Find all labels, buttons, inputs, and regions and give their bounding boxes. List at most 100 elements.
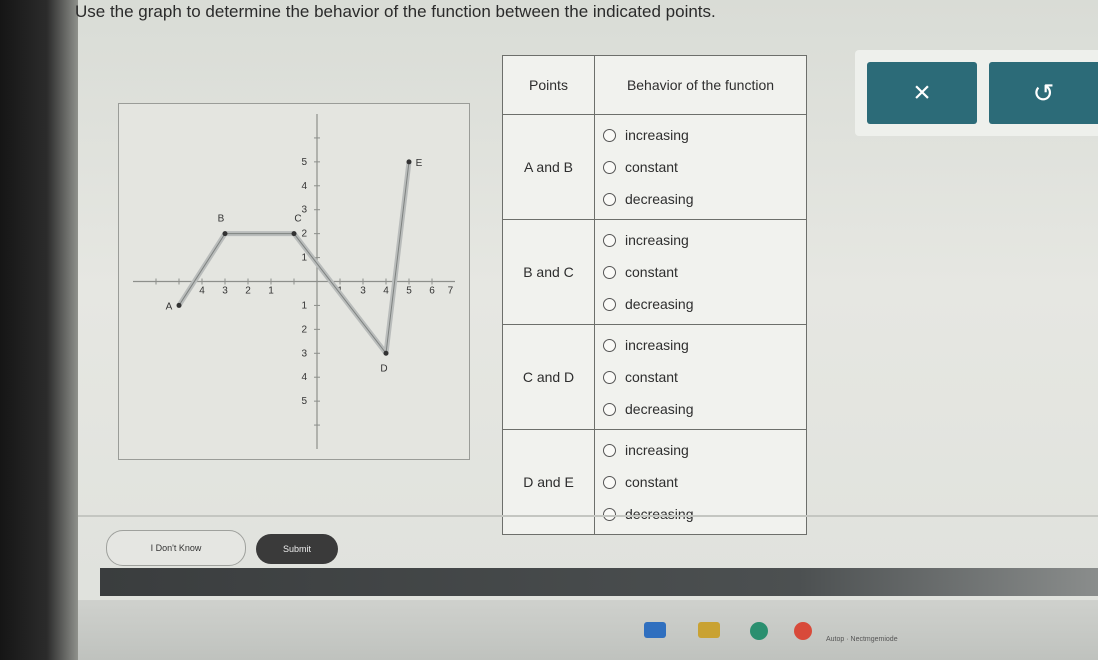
row-options: increasing constant decreasing [594,114,807,220]
radio-button[interactable] [603,443,616,457]
submit-button[interactable]: Submit [256,534,338,564]
x-tick-label: 3 [360,286,366,297]
x-tick-label: 3 [222,286,228,297]
page-scroll-band [100,568,1098,596]
radio-button[interactable] [603,475,616,489]
row-points-label: B and C [502,219,595,325]
radio-button[interactable] [603,402,616,416]
row-options: increasing constant decreasing [594,324,807,430]
table-header-row: Points Behavior of the function [502,55,807,115]
monitor-bezel [0,0,78,660]
table-row: D and E increasing constant decreasing [502,429,807,535]
x-tick-label: 4 [199,286,205,297]
radio-option-increasing[interactable]: increasing [603,329,798,361]
point-label: B [218,214,225,225]
radio-label: increasing [625,232,689,248]
radio-button[interactable] [603,128,616,142]
radio-button[interactable] [603,338,616,352]
point-label: C [294,214,301,225]
radio-button[interactable] [603,160,616,174]
table-row: C and D increasing constant decreasing [502,324,807,430]
point-e [406,159,412,165]
radio-label: increasing [625,127,689,143]
tool-panel: × ↺ [855,50,1098,136]
radio-option-decreasing[interactable]: decreasing [603,288,798,320]
x-tick-label: 4 [383,286,389,297]
row-points-label: A and B [502,114,595,220]
point-label: E [416,158,423,169]
table-row: B and C increasing constant decreasing [502,219,807,325]
close-icon: × [913,76,931,109]
point-label: A [166,301,173,312]
folder-icon[interactable] [698,622,720,638]
radio-option-decreasing[interactable]: decreasing [603,183,798,215]
radio-button[interactable] [603,192,616,206]
behavior-table: Points Behavior of the function A and Bi… [502,55,807,535]
reset-icon: ↺ [1032,77,1055,108]
point-label: D [380,363,387,374]
radio-option-decreasing[interactable]: decreasing [603,498,798,530]
function-graph: 4 3 2 1 1 3 4 5 6 75432112345 AB CDE [133,114,455,449]
y-tick-label: 3 [301,348,307,359]
edge-icon[interactable] [750,622,768,640]
table-row: A and B increasing constant decreasing [502,114,807,220]
radio-label: decreasing [625,401,694,417]
y-tick-label: 1 [301,300,307,311]
close-button[interactable]: × [867,62,977,124]
dont-know-button[interactable]: I Don't Know [106,530,246,566]
radio-label: decreasing [625,506,694,522]
y-tick-label: 1 [301,253,307,264]
row-options: increasing constant decreasing [594,429,807,535]
radio-label: increasing [625,337,689,353]
y-tick-label: 4 [301,372,307,383]
y-tick-label: 3 [301,205,307,216]
y-tick-label: 4 [301,181,307,192]
radio-option-increasing[interactable]: increasing [603,119,798,151]
header-behavior: Behavior of the function [594,55,807,115]
y-tick-label: 5 [301,157,307,168]
footer-divider [78,515,1098,517]
y-tick-label: 2 [301,229,307,240]
radio-button[interactable] [603,507,616,521]
question-instruction: Use the graph to determine the behavior … [75,2,716,21]
taskbar: Autop · Nectmgemiode [78,600,1098,660]
chrome-icon[interactable] [794,622,812,640]
row-options: increasing constant decreasing [594,219,807,325]
radio-option-decreasing[interactable]: decreasing [603,393,798,425]
radio-option-increasing[interactable]: increasing [603,434,798,466]
radio-label: increasing [625,442,689,458]
radio-label: constant [625,264,678,280]
reset-button[interactable]: ↺ [989,62,1098,124]
radio-option-constant[interactable]: constant [603,256,798,288]
radio-label: constant [625,159,678,175]
y-tick-label: 2 [301,324,307,335]
x-tick-label: 1 [268,286,274,297]
radio-option-constant[interactable]: constant [603,466,798,498]
function-line [176,161,412,356]
radio-label: decreasing [625,296,694,312]
y-tick-label: 5 [301,396,307,407]
radio-label: constant [625,474,678,490]
point-b [222,231,228,237]
point-a [176,302,182,308]
calculator-icon[interactable] [644,622,666,638]
radio-label: constant [625,369,678,385]
x-tick-label: 7 [448,286,454,297]
radio-option-constant[interactable]: constant [603,361,798,393]
radio-button[interactable] [603,370,616,384]
graph-panel: 43211345675432112345 ABCDE [118,103,470,460]
x-tick-label: 6 [429,286,435,297]
radio-button[interactable] [603,233,616,247]
point-d [383,350,389,356]
radio-button[interactable] [603,265,616,279]
tray-text: Autop · Nectmgemiode [826,636,898,643]
row-points-label: C and D [502,324,595,430]
radio-button[interactable] [603,297,616,311]
radio-option-increasing[interactable]: increasing [603,224,798,256]
x-tick-label: 2 [245,286,251,297]
function-line-edge [178,161,410,355]
point-c [291,231,297,237]
radio-label: decreasing [625,191,694,207]
row-points-label: D and E [502,429,595,535]
radio-option-constant[interactable]: constant [603,151,798,183]
